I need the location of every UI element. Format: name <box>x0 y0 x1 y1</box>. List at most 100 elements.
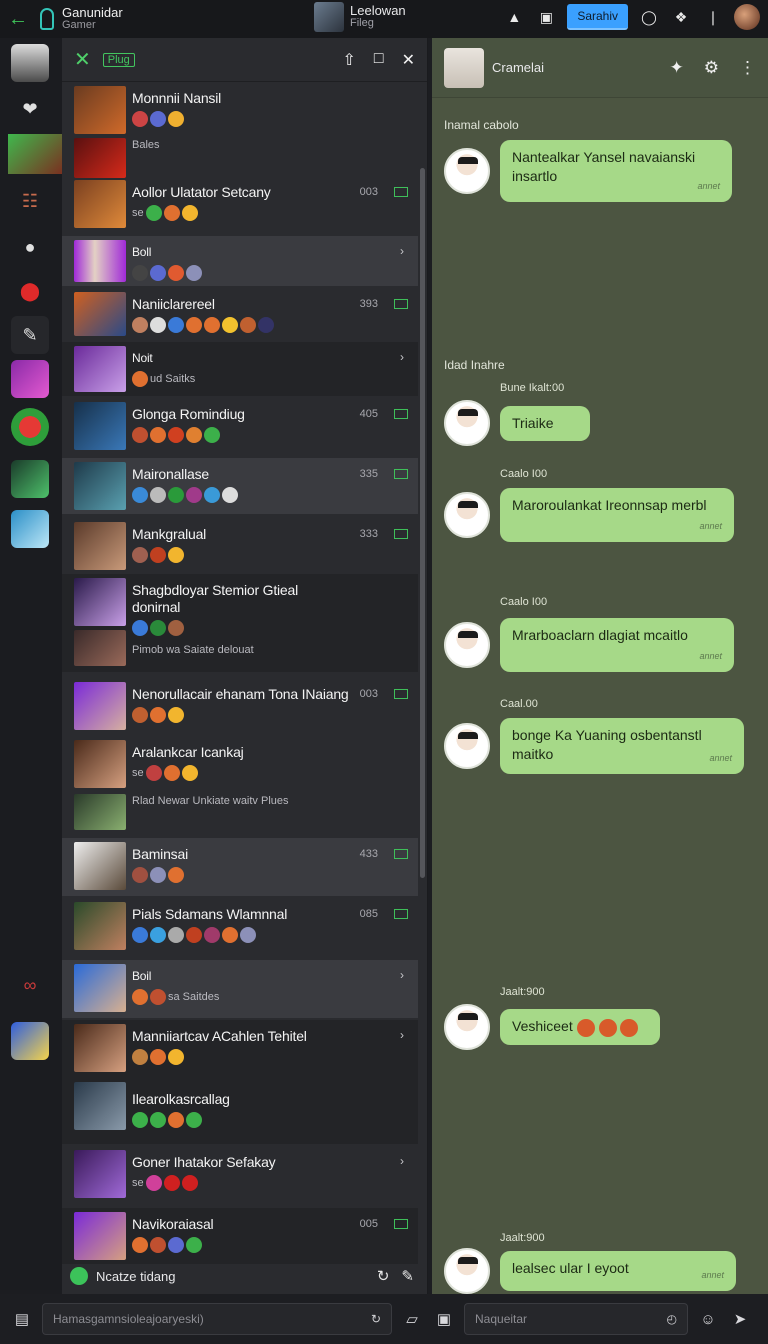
pin-icon[interactable]: ⇧ <box>343 50 356 70</box>
list-item[interactable]: Mankgralual 333 <box>62 518 418 574</box>
back-arrow-icon[interactable]: ← <box>8 8 34 31</box>
list-item[interactable]: Glonga Romindiug 405 <box>62 398 418 454</box>
list-item[interactable]: Baminsai 433 <box>62 838 418 896</box>
record-icon[interactable]: ⬤ <box>11 272 49 310</box>
filter-tag[interactable]: Plug <box>102 52 135 67</box>
item-name: Noit <box>132 351 153 365</box>
thumbnail <box>74 462 126 510</box>
list-item[interactable]: Navikoraiasal 005 <box>62 1208 418 1264</box>
message-bubble[interactable]: Maroroulankat Ireonnsap merbl annet <box>500 488 734 542</box>
list-item[interactable]: Naniiclarereel 393 <box>62 288 418 340</box>
item-flag-icon[interactable] <box>394 409 408 419</box>
sender-avatar[interactable] <box>444 148 490 194</box>
settings-gear-icon[interactable]: ⚙ <box>704 58 719 78</box>
link-icon[interactable]: ∞ <box>11 966 49 1004</box>
list-item[interactable]: Aralankcar Icankaj se Rlad Newar Unkiate… <box>62 736 418 836</box>
compose-icon[interactable]: ✎ <box>401 1267 414 1285</box>
rail-game-purple[interactable] <box>11 360 49 398</box>
footer-label[interactable]: Ncatze tidang <box>96 1269 176 1284</box>
more-menu-icon[interactable]: ⋮ <box>739 58 756 78</box>
search-button[interactable]: Sarahiv <box>567 4 628 30</box>
rail-app-red[interactable] <box>11 408 49 446</box>
rail-game-blue[interactable] <box>11 510 49 548</box>
current-user[interactable]: Leelowan Fileg <box>314 2 406 32</box>
message-time: Caalo I00 <box>500 468 548 480</box>
chevron-right-icon[interactable]: › <box>400 1028 404 1042</box>
list-item[interactable]: Maironallase 335 <box>62 458 418 514</box>
list-item[interactable]: Noit ud Saitks › <box>62 342 418 396</box>
window-icon[interactable]: ▣ <box>535 6 557 28</box>
sender-avatar[interactable] <box>444 492 490 538</box>
message-time: Jaalt:900 <box>500 1232 545 1244</box>
item-count: 003 <box>359 688 378 700</box>
gun-icon[interactable]: ☷ <box>11 182 49 220</box>
attach-image-icon[interactable]: ▤ <box>10 1307 34 1331</box>
gamepad-icon[interactable]: ❖ <box>670 6 692 28</box>
list-item[interactable]: Goner Ihatakor Sefakay se › <box>62 1146 418 1206</box>
list-item[interactable]: Shagbdloyar Stemior Gtieal donirnal Pimo… <box>62 574 418 672</box>
list-item[interactable]: Monnnii Nansil Bales <box>62 82 418 178</box>
message-bubble[interactable]: Veshiceet <box>500 1009 660 1045</box>
list-item[interactable]: Boll › <box>62 236 418 286</box>
close-panel-icon[interactable]: ✕ <box>402 50 415 70</box>
timer-icon[interactable]: ◴ <box>667 1312 677 1326</box>
message-input[interactable]: Naqueitar ◴ <box>464 1303 688 1335</box>
clock-icon[interactable]: ◯ <box>638 6 660 28</box>
list-item[interactable]: Nenorullacair ehanam Tona INaiang 003 <box>62 678 418 734</box>
message-bubble[interactable]: bonge Ka Yuaning osbentanstl maitko anne… <box>500 718 744 774</box>
send-icon[interactable]: ➤ <box>728 1307 752 1331</box>
profile-avatar[interactable] <box>734 4 760 30</box>
chevron-right-icon[interactable]: › <box>400 1154 404 1168</box>
item-name: Ilearolkasrcallag <box>132 1091 230 1107</box>
message-text: Mrarboaclarn dlagiat mcaitlo <box>512 627 688 643</box>
rail-avatar[interactable] <box>11 44 49 82</box>
chevron-right-icon[interactable]: › <box>400 968 404 982</box>
home-icon[interactable]: ▲ <box>503 6 525 28</box>
list-item[interactable]: Aollor Ulatator Setcany se 003 <box>62 176 418 234</box>
contact-avatar[interactable] <box>444 47 484 88</box>
item-flag-icon[interactable] <box>394 529 408 539</box>
cube-icon[interactable]: ▱ <box>400 1307 424 1331</box>
heart-icon[interactable]: ❤ <box>11 90 49 128</box>
sparkle-icon[interactable]: ✦ <box>670 58 684 78</box>
list-item[interactable]: Pials Sdamans Wlamnnal 085 <box>62 898 418 958</box>
chat-bubble-icon[interactable]: ● <box>11 228 49 266</box>
message-bubble[interactable]: lealsec ular I eyoot annet <box>500 1251 736 1291</box>
item-flag-icon[interactable] <box>394 469 408 479</box>
emoji-picker-icon[interactable]: ☺ <box>696 1307 720 1331</box>
sender-avatar[interactable] <box>444 1004 490 1050</box>
thumbnail <box>74 630 126 666</box>
rail-game-green[interactable] <box>11 460 49 498</box>
item-flag-icon[interactable] <box>394 1219 408 1229</box>
item-flag-icon[interactable] <box>394 909 408 919</box>
message-bubble[interactable]: Nantealkar Yansel navaianski insartlo an… <box>500 140 732 202</box>
item-flag-icon[interactable] <box>394 299 408 309</box>
rail-game-selected[interactable] <box>8 134 62 174</box>
clipboard-icon[interactable]: ✎ <box>11 316 49 354</box>
camera-icon[interactable]: ▣ <box>432 1307 456 1331</box>
search-input[interactable]: Hamasgamnsioleajoaryeski) ↻ <box>42 1303 392 1335</box>
refresh-icon[interactable]: ↻ <box>371 1312 381 1326</box>
chevron-right-icon[interactable]: › <box>400 350 404 364</box>
sender-avatar[interactable] <box>444 400 490 446</box>
refresh-icon[interactable]: ↻ <box>377 1267 390 1285</box>
list-item[interactable]: Boil sa Saitdes › <box>62 960 418 1018</box>
message-bubble[interactable]: Mrarboaclarn dlagiat mcaitlo annet <box>500 618 734 672</box>
item-sub: se <box>132 1177 144 1189</box>
rail-game-bird[interactable] <box>11 1022 49 1060</box>
item-flag-icon[interactable] <box>394 187 408 197</box>
close-x-icon[interactable]: ✕ <box>74 47 91 72</box>
maximize-icon[interactable]: □ <box>374 50 384 70</box>
sender-avatar[interactable] <box>444 1248 490 1294</box>
sender-avatar[interactable] <box>444 622 490 668</box>
item-flag-icon[interactable] <box>394 849 408 859</box>
list-item[interactable]: Manniiartcav ACahlen Tehitel Ilearolkasr… <box>62 1020 418 1144</box>
chevron-right-icon[interactable]: › <box>400 244 404 258</box>
emoji-icon <box>576 1018 595 1037</box>
app-subtitle: Gamer <box>62 19 96 31</box>
sender-avatar[interactable] <box>444 723 490 769</box>
list-scrollbar[interactable] <box>420 168 425 878</box>
message-bubble[interactable]: Triaike <box>500 405 590 441</box>
notification-icon[interactable]: ❘ <box>702 6 724 28</box>
item-flag-icon[interactable] <box>394 689 408 699</box>
